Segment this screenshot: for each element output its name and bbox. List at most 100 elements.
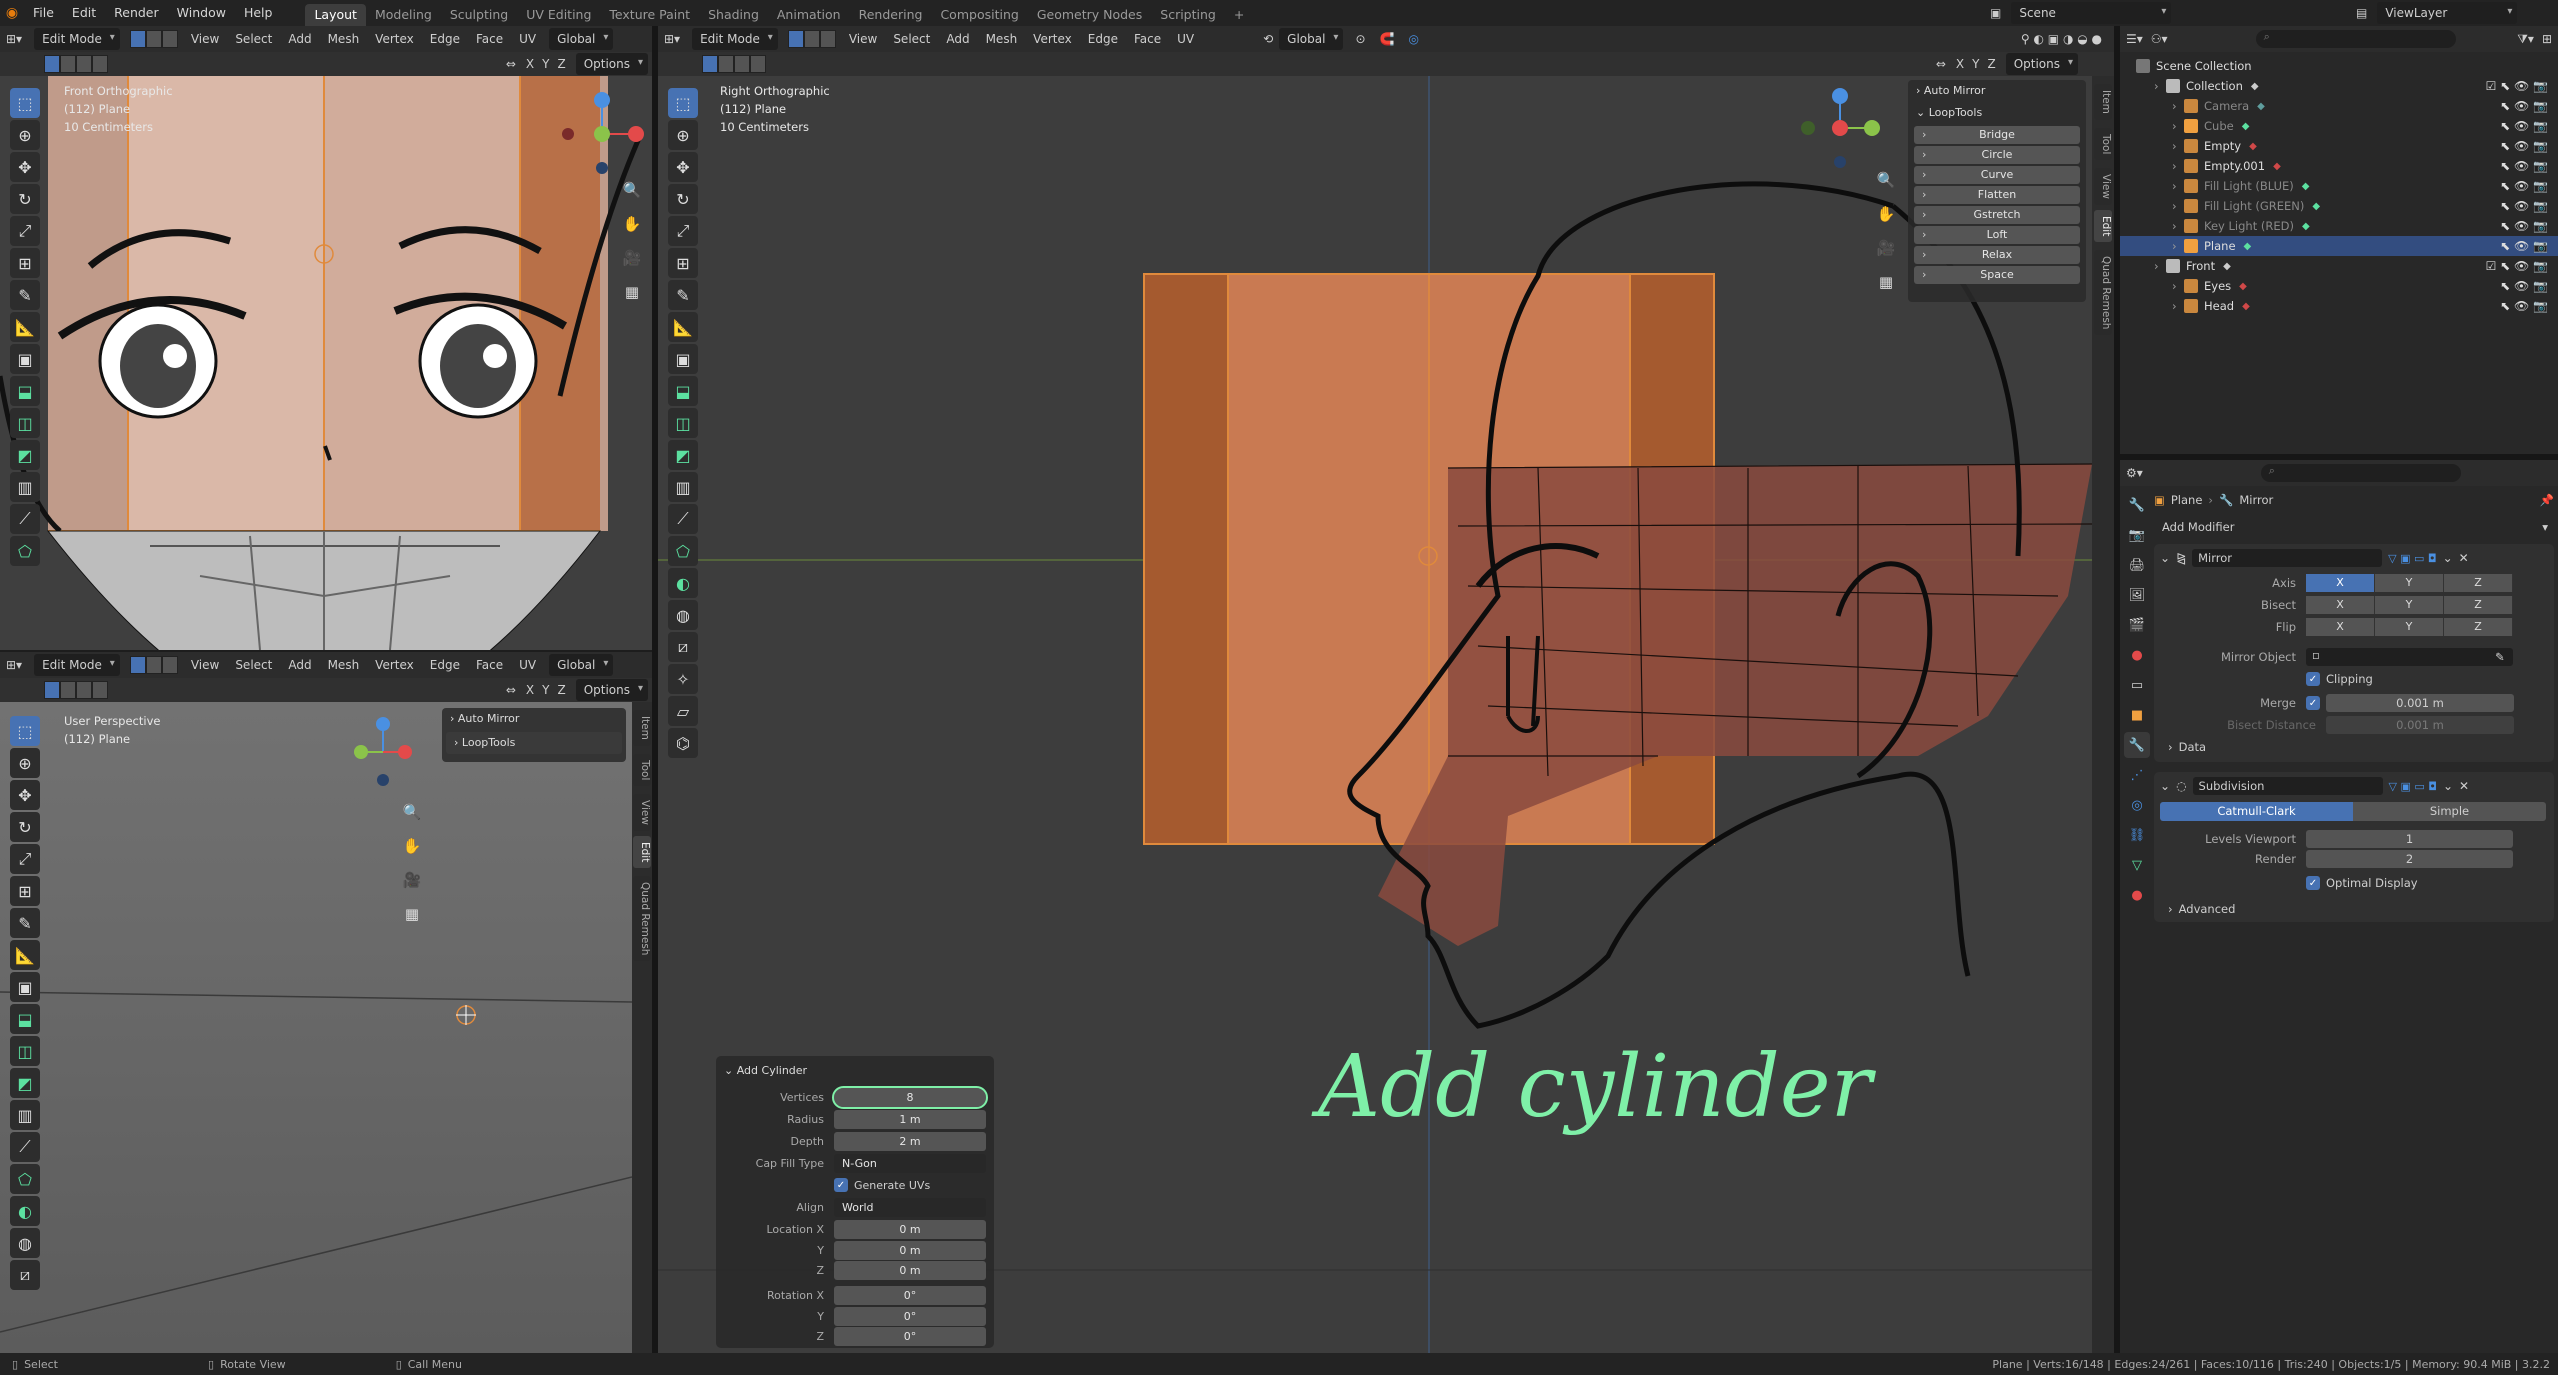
tab-geometry-nodes[interactable]: Geometry Nodes <box>1028 4 1151 26</box>
menu-mesh[interactable]: Mesh <box>321 653 367 677</box>
front-viewport[interactable]: Front Orthographic (112) Plane 10 Centim… <box>0 76 652 650</box>
tab-animation[interactable]: Animation <box>768 4 850 26</box>
visibility-toggle-icons[interactable]: ⬉ 👁 📷 <box>2500 199 2548 213</box>
shear-tool-icon[interactable]: ▱ <box>668 696 698 726</box>
data-properties-icon[interactable]: ▽ <box>2124 852 2150 878</box>
cursor-tool-icon[interactable]: ⊕ <box>10 120 40 150</box>
collection-properties-icon[interactable]: ▭ <box>2124 672 2150 698</box>
visibility-toggle-icons[interactable]: ☑ ⬉ 👁 📷 <box>2486 259 2548 273</box>
expand-chevron-icon[interactable]: › <box>2172 239 2184 253</box>
looptools-header[interactable]: ⌄ LoopTools <box>1908 102 2086 124</box>
cursor-tool-icon[interactable]: ⊕ <box>668 120 698 150</box>
expand-chevron-icon[interactable]: › <box>2172 219 2184 233</box>
camera-view-icon[interactable]: 🎥 <box>398 866 426 894</box>
location-z-field[interactable]: 0 m <box>834 1260 986 1280</box>
output-properties-icon[interactable]: 🖨 <box>2124 552 2150 578</box>
tab-sculpting[interactable]: Sculpting <box>441 4 517 26</box>
orientation-dropdown[interactable]: Global <box>1279 28 1344 50</box>
properties-search-field[interactable]: ⌕ <box>2260 464 2461 482</box>
axis-y-toggle[interactable]: Y <box>538 678 553 702</box>
menu-view[interactable]: View <box>184 653 226 677</box>
spin-tool-icon[interactable]: ◐ <box>668 568 698 598</box>
menu-uv[interactable]: UV <box>1170 27 1201 51</box>
measure-tool-icon[interactable]: 📐 <box>668 312 698 342</box>
menu-mesh[interactable]: Mesh <box>321 27 367 51</box>
smooth-tool-icon[interactable]: ◍ <box>10 1228 40 1258</box>
outliner-row-eyes[interactable]: › Eyes ◆ ⬉ 👁 📷 <box>2120 276 2558 296</box>
zoom-icon[interactable]: 🔍 <box>398 798 426 826</box>
axis-z-toggle[interactable]: Z <box>553 52 569 76</box>
annotate-tool-icon[interactable]: ✎ <box>10 280 40 310</box>
persp-nav-gizmo[interactable] <box>345 712 425 792</box>
tab-tool[interactable]: Tool <box>2094 128 2112 161</box>
tab-item[interactable]: Item <box>633 710 651 746</box>
outliner-row-collection[interactable]: › Collection ◆ ☑ ⬉ 👁 📷 <box>2120 76 2558 96</box>
proportional-edit-icon[interactable]: ◎ <box>1402 32 1424 46</box>
tab-view[interactable]: View <box>2094 168 2112 205</box>
tab-item[interactable]: Item <box>2094 84 2112 120</box>
persp-viewport[interactable]: User Perspective (112) Plane ⬚ ⊕ ✥ ↻ ⤢ ⊞… <box>0 702 632 1353</box>
advanced-subpanel-header[interactable]: › Advanced <box>2168 902 2235 916</box>
menu-vertex[interactable]: Vertex <box>1026 27 1079 51</box>
poly-build-tool-icon[interactable]: ⬠ <box>10 1164 40 1194</box>
expand-chevron-icon[interactable]: › <box>2172 159 2184 173</box>
pan-hand-icon[interactable]: ✋ <box>398 832 426 860</box>
rotate-tool-icon[interactable]: ↻ <box>668 184 698 214</box>
radius-field[interactable]: 1 m <box>834 1109 986 1129</box>
mode-dropdown[interactable]: Edit Mode <box>692 28 778 50</box>
visibility-toggle-icons[interactable]: ⬉ 👁 📷 <box>2500 279 2548 293</box>
poly-build-tool-icon[interactable]: ⬠ <box>668 536 698 566</box>
tab-view[interactable]: View <box>633 794 651 831</box>
simple-button[interactable]: Simple <box>2353 802 2546 821</box>
rotation-y-field[interactable]: 0° <box>834 1306 986 1326</box>
options-dropdown[interactable]: Options <box>2005 53 2078 75</box>
display-mode-icon[interactable]: ⚇▾ <box>2151 32 2168 46</box>
tab-compositing[interactable]: Compositing <box>931 4 1027 26</box>
axis-x-button[interactable]: X <box>2306 574 2375 592</box>
inset-tool-icon[interactable]: ◫ <box>668 408 698 438</box>
view-layer-field[interactable]: ViewLayer <box>2377 2 2518 24</box>
knife-tool-icon[interactable]: ⟋ <box>10 504 40 534</box>
move-tool-icon[interactable]: ✥ <box>10 152 40 182</box>
outliner-row-empty-001[interactable]: › Empty.001 ◆ ⬉ 👁 📷 <box>2120 156 2558 176</box>
menu-edit[interactable]: Edit <box>63 0 105 26</box>
visibility-toggle-icons[interactable]: ⬉ 👁 📷 <box>2500 239 2548 253</box>
camera-view-icon[interactable]: 🎥 <box>618 244 646 272</box>
axis-z-toggle[interactable]: Z <box>1983 52 1999 76</box>
outliner-row-key-light-red[interactable]: › Key Light (RED) ◆ ⬉ 👁 📷 <box>2120 216 2558 236</box>
front-nav-gizmo[interactable] <box>560 86 650 176</box>
menu-select[interactable]: Select <box>228 653 279 677</box>
axis-x-toggle[interactable]: X <box>1952 52 1968 76</box>
tool-properties-icon[interactable]: 🔧 <box>2124 492 2150 518</box>
expand-chevron-icon[interactable]: › <box>2172 299 2184 313</box>
camera-view-icon[interactable]: 🎥 <box>1872 234 1900 262</box>
add-cube-tool-icon[interactable]: ▣ <box>10 972 40 1002</box>
smooth-tool-icon[interactable]: ◍ <box>668 600 698 630</box>
modifier-visibility-icons[interactable]: ▽ ▣ ▭ ◘ <box>2389 780 2437 793</box>
menu-file[interactable]: File <box>24 0 63 26</box>
menu-edge[interactable]: Edge <box>1081 27 1125 51</box>
menu-select[interactable]: Select <box>886 27 937 51</box>
annotate-tool-icon[interactable]: ✎ <box>668 280 698 310</box>
auto-mirror-header[interactable]: › Auto Mirror <box>442 708 626 730</box>
scale-tool-icon[interactable]: ⤢ <box>10 216 40 246</box>
modifier-visibility-icons[interactable]: ▽ ▣ ▭ ◘ <box>2388 552 2436 565</box>
editor-type-icon[interactable]: ⊞▾ <box>0 32 28 46</box>
axis-y-button[interactable]: Y <box>2375 574 2444 592</box>
ortho-grid-icon[interactable]: ▦ <box>398 900 426 928</box>
tab-modeling[interactable]: Modeling <box>366 4 441 26</box>
visibility-toggle-icons[interactable]: ⬉ 👁 📷 <box>2500 159 2548 173</box>
expand-chevron-icon[interactable]: › <box>2172 199 2184 213</box>
bisect-x-button[interactable]: X <box>2306 596 2375 614</box>
bevel-tool-icon[interactable]: ◩ <box>10 1068 40 1098</box>
edge-slide-tool-icon[interactable]: ⧄ <box>668 632 698 662</box>
outliner-row-cube[interactable]: › Cube ◆ ⬉ 👁 📷 <box>2120 116 2558 136</box>
pivot-icon[interactable]: ⊙ <box>1349 32 1371 46</box>
cap-fill-dropdown[interactable]: N-Gon <box>834 1153 986 1173</box>
add-workspace-button[interactable]: + <box>1225 4 1253 26</box>
constraints-properties-icon[interactable]: ⛓ <box>2124 822 2150 848</box>
looptools-header[interactable]: › LoopTools <box>446 732 622 754</box>
visibility-toggle-icons[interactable]: ⬉ 👁 📷 <box>2500 99 2548 113</box>
remove-modifier-close-icon[interactable]: ✕ <box>2459 779 2469 793</box>
move-tool-icon[interactable]: ✥ <box>668 152 698 182</box>
